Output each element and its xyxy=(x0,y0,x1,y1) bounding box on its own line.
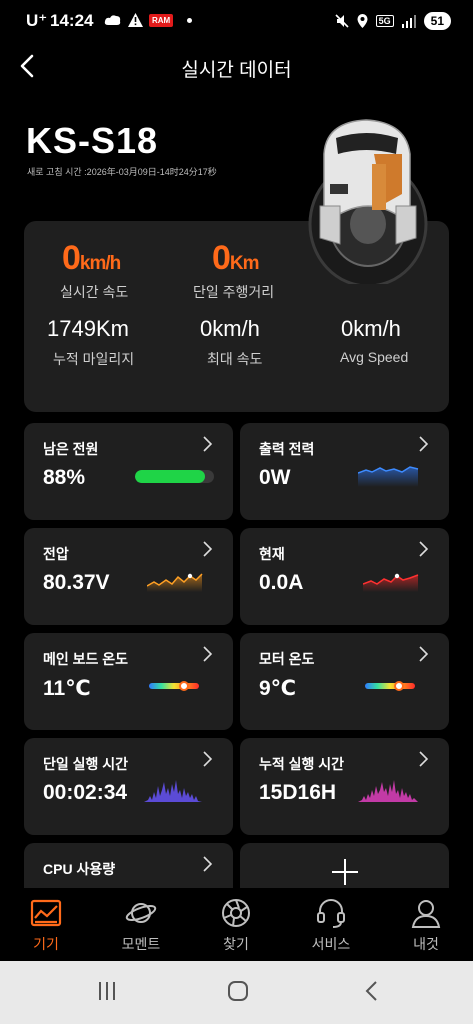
battery-level-fill xyxy=(135,470,205,483)
trip-time-histogram xyxy=(144,780,202,802)
realtime-speed-value: 0km/h xyxy=(62,239,121,277)
user-icon xyxy=(411,900,441,928)
trip-distance-value: 0Km xyxy=(212,239,260,277)
tile-remaining-power[interactable]: 남은 전원 88% xyxy=(24,423,233,520)
tile-value: 0W xyxy=(259,466,291,489)
voltage-sparkline xyxy=(147,573,203,592)
power-sparkline xyxy=(358,466,419,487)
notification-icons: RAM xyxy=(104,13,193,27)
tile-value: 9℃ xyxy=(259,677,297,700)
tile-label: 모터 온도 xyxy=(259,651,315,667)
tile-board-temperature[interactable]: 메인 보드 온도 11℃ xyxy=(24,633,233,730)
battery-level-bar xyxy=(135,470,214,483)
trip-distance-label: 단일 주행거리 xyxy=(193,284,275,300)
tile-label: 메인 보드 온도 xyxy=(43,651,129,667)
total-time-histogram xyxy=(358,780,418,802)
nav-item-me[interactable]: 내것 xyxy=(391,888,461,961)
chevron-right-icon xyxy=(203,646,213,662)
status-time: 14:24 xyxy=(50,11,94,30)
chevron-right-icon xyxy=(419,646,429,662)
tile-label: CPU 사용량 xyxy=(43,861,116,877)
mute-icon xyxy=(335,14,349,28)
system-nav-bar xyxy=(0,961,473,1024)
tile-trip-time[interactable]: 단일 실행 시간 00:02:34 xyxy=(24,738,233,835)
tile-value: 15D16H xyxy=(259,781,337,804)
tile-output-power[interactable]: 출력 전력 0W xyxy=(240,423,449,520)
plus-icon xyxy=(332,859,358,885)
status-bar: U⁺ 14:24 RAM 5G 51 xyxy=(0,0,473,44)
chevron-right-icon xyxy=(203,751,213,767)
nav-item-service[interactable]: 서비스 xyxy=(296,888,366,961)
cloud-chat-icon xyxy=(104,15,121,25)
tile-value: 88% xyxy=(43,466,86,489)
battery-indicator: 51 xyxy=(423,12,451,30)
temperature-marker xyxy=(394,681,404,691)
nav-label: 서비스 xyxy=(311,936,351,952)
tile-total-time[interactable]: 누적 실행 시간 15D16H xyxy=(240,738,449,835)
headset-icon xyxy=(317,899,345,928)
tile-value: 0.0A xyxy=(259,571,304,594)
temperature-scale xyxy=(149,681,199,691)
temperature-scale xyxy=(365,681,415,691)
tile-current[interactable]: 현재 0.0A xyxy=(240,528,449,625)
carrier-label: U⁺ xyxy=(26,11,48,30)
max-speed-label: 최대 속도 xyxy=(207,351,263,367)
avg-speed-value: 0km/h xyxy=(341,316,401,341)
tile-label: 현재 xyxy=(259,546,285,562)
tile-label: 단일 실행 시간 xyxy=(43,756,129,772)
system-icons: 5G 51 xyxy=(335,12,451,30)
signal-icon xyxy=(401,14,416,28)
chevron-right-icon xyxy=(419,541,429,557)
nav-item-discover[interactable]: 찾기 xyxy=(201,888,271,961)
max-speed-value: 0km/h xyxy=(200,316,260,341)
app-badge: RAM xyxy=(149,13,174,27)
nav-label: 기기 xyxy=(33,936,59,952)
nav-label: 내것 xyxy=(413,936,439,952)
realtime-speed-label: 실시간 속도 xyxy=(60,284,129,300)
tile-value: 00:02:34 xyxy=(43,781,128,804)
total-mileage-value: 1749Km xyxy=(47,316,129,341)
network-type: 5G xyxy=(375,15,394,27)
home-icon[interactable] xyxy=(227,980,249,1002)
device-name: KS-S18 xyxy=(26,120,159,161)
refresh-time: 새로 고침 시간 :2026年-03月09日-14时24分17秒 xyxy=(27,167,217,177)
location-icon xyxy=(357,14,368,28)
tile-label: 전압 xyxy=(43,546,69,562)
aperture-icon xyxy=(222,899,250,927)
device-icon xyxy=(30,899,62,927)
tile-label: 출력 전력 xyxy=(259,441,315,457)
more-notifications-dot xyxy=(187,17,193,23)
warning-icon xyxy=(128,13,143,27)
unicycle-image xyxy=(308,119,428,284)
tile-label: 누적 실행 시간 xyxy=(259,756,345,772)
tile-value: 11℃ xyxy=(43,677,91,700)
system-back-icon[interactable] xyxy=(361,980,383,1002)
nav-label: 찾기 xyxy=(223,936,249,952)
total-mileage-label: 누적 마일리지 xyxy=(53,351,135,367)
tile-label: 남은 전원 xyxy=(43,441,99,457)
chevron-right-icon xyxy=(203,436,213,452)
nav-item-moments[interactable]: 모멘트 xyxy=(106,888,176,961)
page-title: 실시간 데이터 xyxy=(181,60,292,81)
recent-apps-icon[interactable] xyxy=(96,980,118,1002)
planet-icon xyxy=(125,903,157,923)
nav-item-device[interactable]: 기기 xyxy=(11,888,81,961)
chevron-right-icon xyxy=(203,856,213,872)
temperature-marker xyxy=(179,681,189,691)
tile-motor-temperature[interactable]: 모터 온도 9℃ xyxy=(240,633,449,730)
avg-speed-label: Avg Speed xyxy=(340,349,409,365)
chevron-right-icon xyxy=(419,436,429,452)
nav-label: 모멘트 xyxy=(121,936,161,952)
chevron-right-icon xyxy=(203,541,213,557)
tile-value: 80.37V xyxy=(43,571,110,594)
bottom-nav: 기기 모멘트 찾기 서비스 내것 xyxy=(0,888,473,961)
current-sparkline xyxy=(363,573,419,592)
tile-voltage[interactable]: 전압 80.37V xyxy=(24,528,233,625)
chevron-right-icon xyxy=(419,751,429,767)
